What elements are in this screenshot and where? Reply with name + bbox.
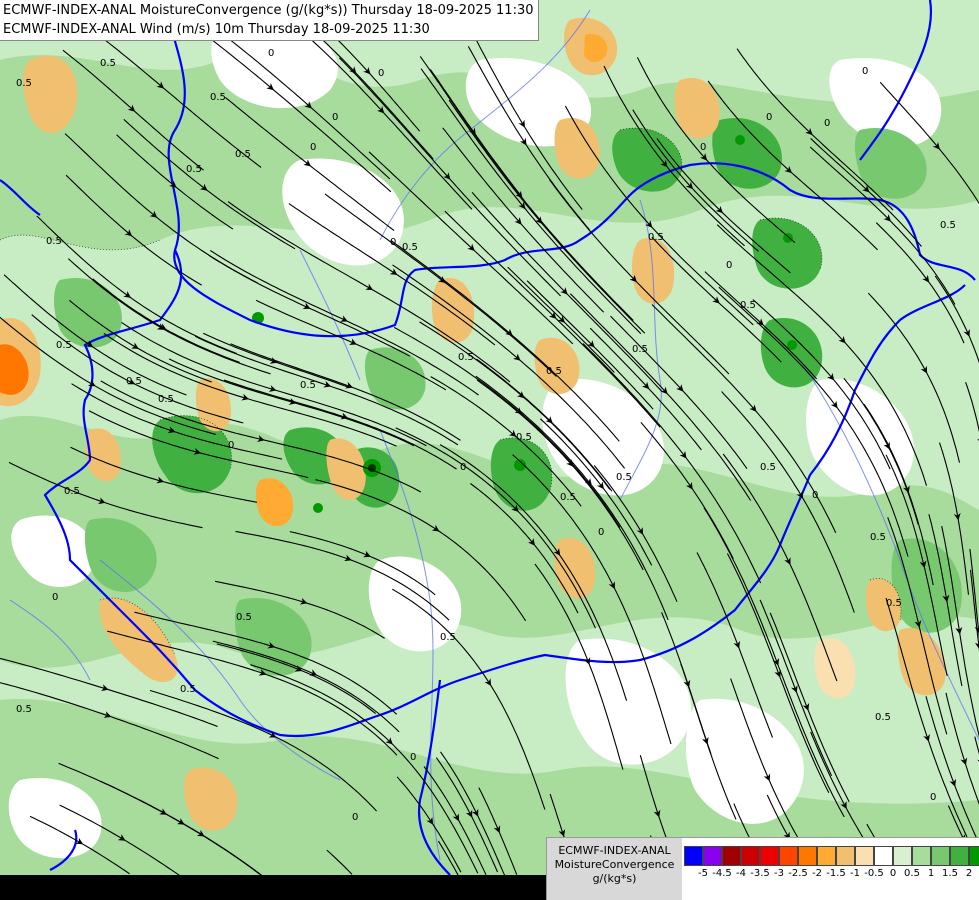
contour-label: 0 (726, 260, 732, 271)
contour-label: 0 (598, 527, 604, 538)
legend-tick-label: -1 (850, 868, 860, 879)
legend-tick-label: -0.5 (864, 868, 884, 879)
contour-label: 0 (410, 752, 416, 763)
contour-label: 0 (700, 142, 706, 153)
contour-label: 0.5 (236, 612, 252, 623)
map-canvas: 0.5 0.5 0.5 0.5 0.5 0.5 0.5 0.5 0 0 0 0.5 0.5 0.5 0.5 0… (0, 0, 979, 900)
legend-swatch (817, 846, 836, 866)
contour-label: 0.5 (940, 220, 956, 231)
contour-label: 0 (862, 66, 868, 77)
contour-label: 0 (766, 112, 772, 123)
contour-label: 0.5 (440, 632, 456, 643)
contour-label: 0.5 (186, 164, 202, 175)
contour-label: 0.5 (516, 432, 532, 443)
legend-tick-label: -2 (812, 868, 822, 879)
contour-label: 0.5 (235, 149, 251, 160)
legend-swatch (874, 846, 893, 866)
contour-label: 0.5 (760, 462, 776, 473)
legend-tick-label: 0 (889, 868, 897, 879)
title-line-convergence: ECMWF-INDEX-ANAL MoistureConvergence (g/… (3, 3, 534, 18)
contour-label: 0.5 (648, 232, 664, 243)
legend-swatch (969, 846, 979, 866)
legend-swatch (798, 846, 817, 866)
contour-label: 0 (930, 792, 936, 803)
legend-tick-label: -5 (698, 868, 708, 879)
legend-swatch (684, 846, 703, 866)
legend-swatch (741, 846, 760, 866)
contour-label: 0.5 (886, 598, 902, 609)
contour-label: 0.5 (632, 344, 648, 355)
contour-label: 0.5 (16, 78, 32, 89)
contour-label: 0 (52, 592, 58, 603)
contour-label: 0.5 (56, 340, 72, 351)
contour-label: 0.5 (64, 486, 80, 497)
legend-tick-label: 1 (927, 868, 935, 879)
legend-swatch (855, 846, 874, 866)
contour-label: 0.5 (158, 394, 174, 405)
contour-label: 0 (332, 112, 338, 123)
contour-label: 0.5 (870, 532, 886, 543)
legend-tick-label: -4 (736, 868, 746, 879)
contour-label: 0.5 (875, 712, 891, 723)
legend-tick-label: -2.5 (788, 868, 808, 879)
legend-tick-label: -3 (774, 868, 784, 879)
legend-tick-label: 1.5 (942, 868, 958, 879)
contour-label: 0 (460, 462, 466, 473)
contour-label: 0.5 (46, 236, 62, 247)
contour-label: 0.5 (458, 352, 474, 363)
title-line-wind: ECMWF-INDEX-ANAL Wind (m/s) 10m Thursday… (3, 22, 430, 37)
contour-label: 0.5 (560, 492, 576, 503)
legend-scale: -5 -4.5 -4 -3.5 -3 -2.5 -2 -1.5 -1 -0.5 0 0.5 1 1.5 2 (684, 846, 979, 884)
legend-swatch (836, 846, 855, 866)
legend-swatch (779, 846, 798, 866)
contour-label: 0.5 (126, 376, 142, 387)
contour-label: 0 (228, 440, 234, 451)
contour-label: 0 (824, 118, 830, 129)
contour-label: 0.5 (300, 380, 316, 391)
contour-label: 0.5 (616, 472, 632, 483)
legend-swatch (760, 846, 779, 866)
legend-parameter-name: MoistureConvergence (554, 858, 675, 871)
contour-label: 0 (310, 142, 316, 153)
contour-label: 0 (352, 812, 358, 823)
contour-label: 0.5 (180, 684, 196, 695)
legend-unit: g/(kg*s) (592, 872, 637, 885)
legend-swatch (912, 846, 931, 866)
contour-label: 0 (268, 48, 274, 59)
contour-label: 0 (812, 490, 818, 501)
contour-label: 0.5 (740, 300, 756, 311)
contour-label: 0 (390, 237, 396, 248)
legend-model-name: ECMWF-INDEX-ANAL (558, 844, 671, 857)
contour-label: 0.5 (16, 704, 32, 715)
legend-swatch (722, 846, 741, 866)
legend-swatch (703, 846, 722, 866)
legend-swatch (931, 846, 950, 866)
legend-swatch (950, 846, 969, 866)
legend-label: ECMWF-INDEX-ANAL MoistureConvergence g/(… (547, 838, 682, 900)
color-legend: ECMWF-INDEX-ANAL MoistureConvergence g/(… (546, 837, 979, 900)
contour-label: 0 (378, 68, 384, 79)
legend-tick-label: 2 (965, 868, 973, 879)
map-title: ECMWF-INDEX-ANAL MoistureConvergence (g/… (0, 0, 539, 41)
legend-tick-label: 0.5 (904, 868, 920, 879)
weather-map[interactable]: 0.5 0.5 0.5 0.5 0.5 0.5 0.5 0.5 0 0 0 0.5 0.5 0.5 0.5 0… (0, 0, 979, 900)
legend-swatch (893, 846, 912, 866)
legend-tick-label: -1.5 (826, 868, 846, 879)
legend-tick-label: -3.5 (750, 868, 770, 879)
contour-label: 0.5 (100, 58, 116, 69)
contour-label: 0.5 (210, 92, 226, 103)
legend-tick-label: -4.5 (712, 868, 732, 879)
legend-swatches (684, 846, 979, 866)
contour-label: 0.5 (402, 242, 418, 253)
legend-ticks: -5 -4.5 -4 -3.5 -3 -2.5 -2 -1.5 -1 -0.5 0 0.5 1 1.5 2 (684, 868, 979, 884)
contour-label: 0.5 (546, 366, 562, 377)
